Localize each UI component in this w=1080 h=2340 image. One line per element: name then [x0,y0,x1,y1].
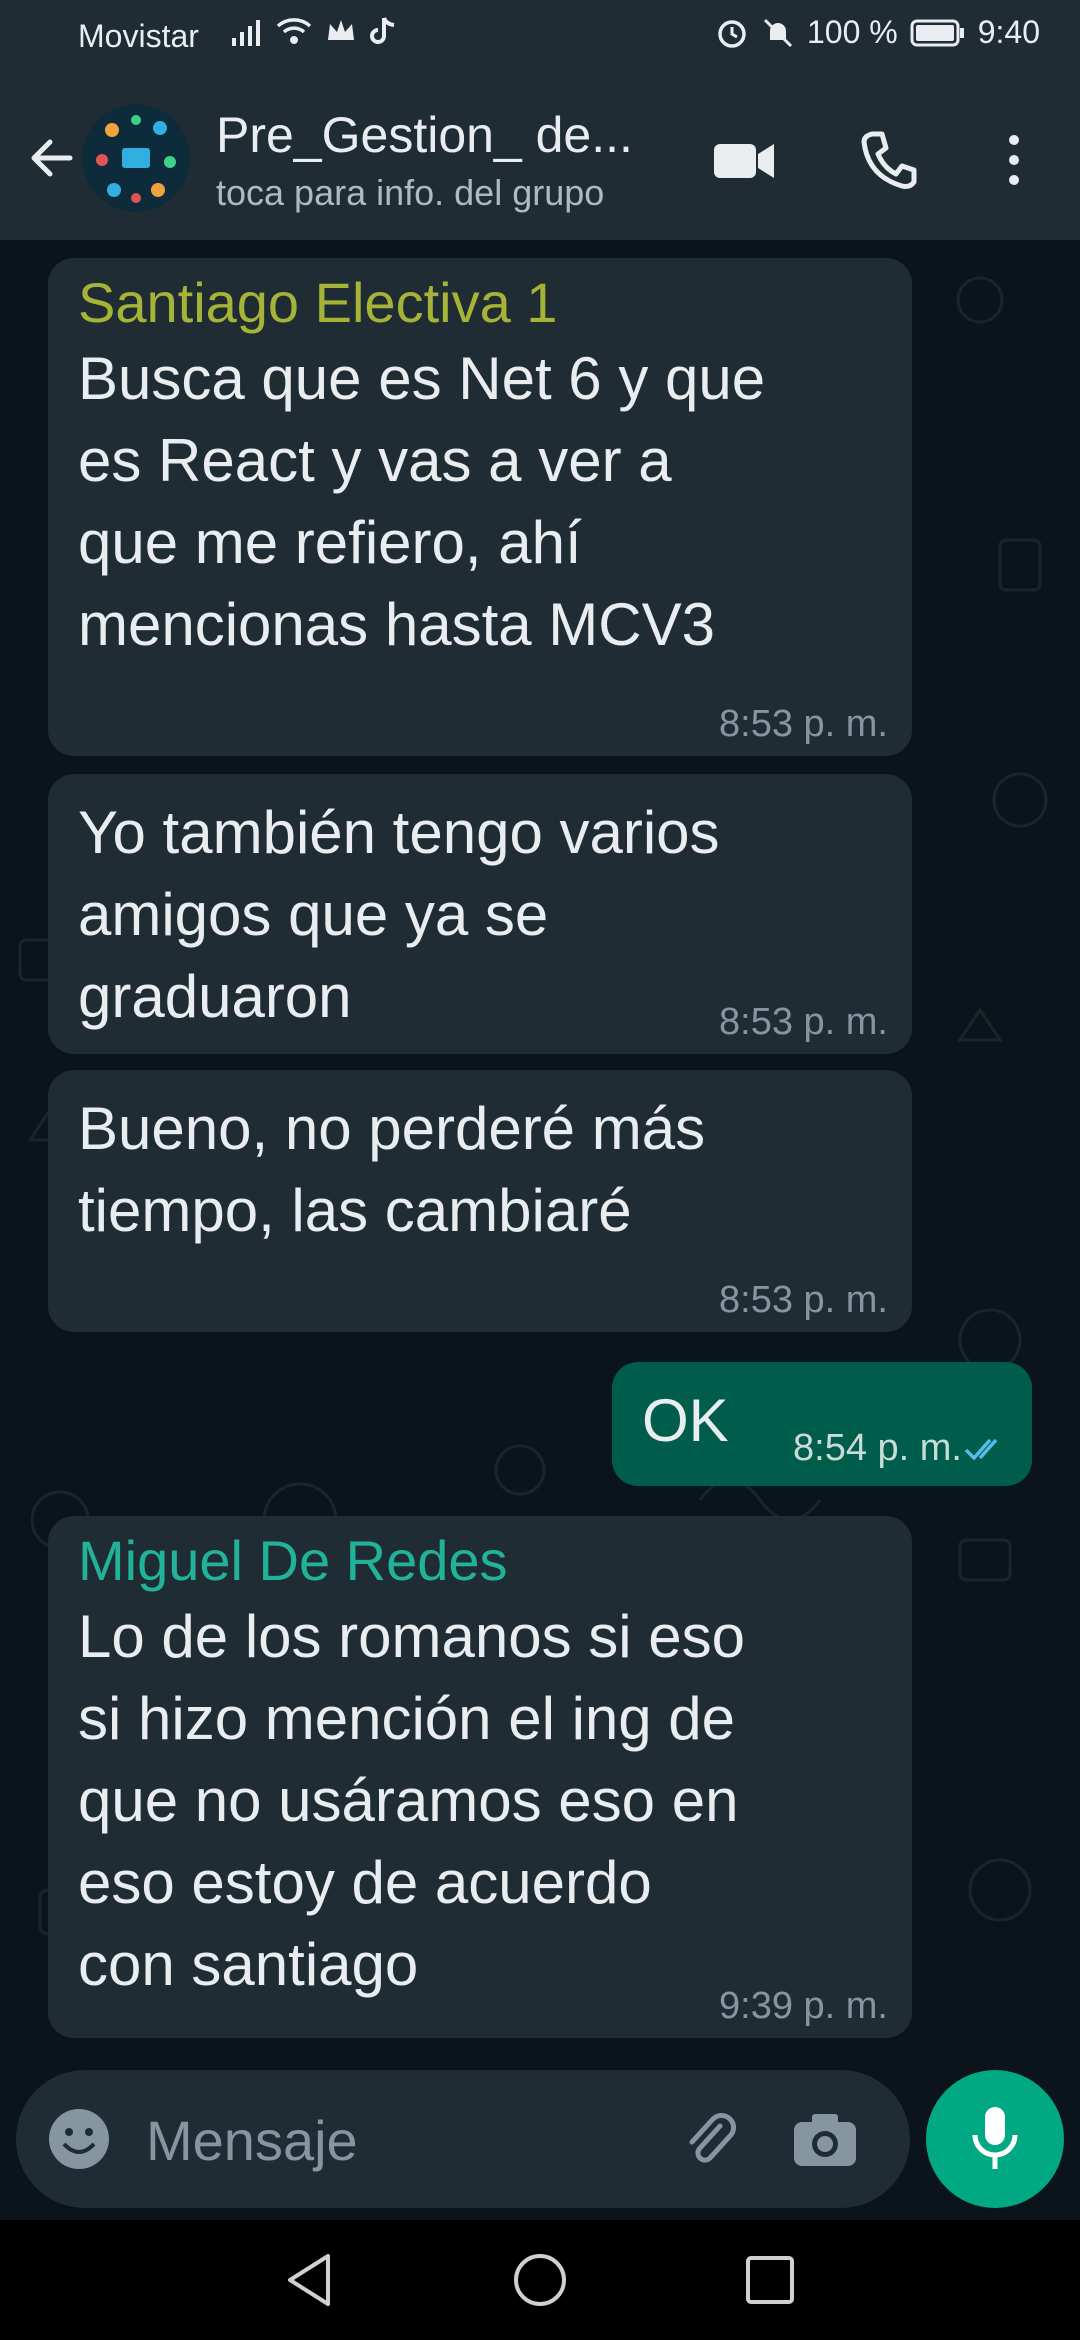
sender-name[interactable]: Santiago Electiva 1 [78,268,882,338]
nav-back-icon[interactable] [282,2250,338,2310]
alarm-icon [718,19,746,48]
tiktok-icon [370,17,395,44]
message-bubble[interactable]: Yo también tengo varios amigos que ya se… [48,774,912,1054]
message-line: Lo de los romanos si eso [78,1603,746,1670]
clock: 9:40 [977,14,1040,50]
group-title[interactable]: Pre_Gestion_ de... [216,106,633,164]
message-bubble[interactable]: Miguel De Redes Lo de los romanos si eso… [48,1516,912,2038]
message-line: mencionas hasta MCV3 [78,591,715,658]
message-input[interactable]: Mensaje [16,2070,910,2208]
chat-area[interactable]: Santiago Electiva 1 Busca que es Net 6 y… [0,240,1080,2070]
message-bubble[interactable]: Bueno, no perderé más tiempo, las cambia… [48,1070,912,1332]
mic-icon [972,2107,1018,2169]
nav-home-icon[interactable] [510,2250,570,2310]
group-avatar[interactable] [82,104,190,212]
attach-icon[interactable] [676,2106,742,2172]
message-line: amigos que ya se [78,881,549,948]
sender-name[interactable]: Miguel De Redes [78,1526,882,1596]
carrier-name: Movistar [78,18,199,54]
mic-button[interactable] [926,2070,1064,2208]
wifi-icon [276,18,312,44]
emoji-icon[interactable] [46,2106,112,2172]
message-line: Yo también tengo varios [78,799,720,866]
message-line: tiempo, las cambiaré [78,1177,632,1244]
message-line: que me refiero, ahí [78,509,582,576]
video-call-icon[interactable] [708,124,780,196]
more-options-icon[interactable] [978,124,1050,196]
composer-bar: Mensaje [0,2070,1080,2210]
message-line: Bueno, no perderé más [78,1095,706,1162]
nav-recents-icon[interactable] [742,2252,798,2308]
crown-icon [328,20,354,40]
battery-percent: 100 % [806,14,898,50]
chat-header: Pre_Gestion_ de... toca para info. del g… [0,80,1080,240]
message-time: 8:54 p. m. [793,1427,962,1469]
group-avatar-image [82,104,190,212]
message-line: Busca que es Net 6 y que [78,345,766,412]
camera-icon[interactable] [790,2106,860,2172]
message-time: 8:53 p. m. [719,1279,888,1321]
system-nav-bar [0,2220,1080,2340]
phone-icon[interactable] [852,124,924,196]
message-time: 9:39 p. m. [719,1985,888,2027]
message-line: si hizo mención el ing de [78,1685,736,1752]
message-line: es React y vas a ver a [78,427,672,494]
message-bubble[interactable]: Santiago Electiva 1 Busca que es Net 6 y… [48,258,912,756]
status-bar: Movistar 100 % 9:40 [0,0,1080,80]
signal-icon [232,20,260,46]
back-arrow-icon[interactable] [22,128,82,188]
message-time: 8:53 p. m. [719,703,888,745]
mute-bell-icon [763,18,793,47]
battery-icon [910,19,964,46]
read-ticks-icon [964,1438,998,1461]
message-placeholder: Mensaje [146,2109,358,2172]
message-bubble-outgoing[interactable]: OK 8:54 p. m. [612,1362,1032,1486]
message-line: eso estoy de acuerdo [78,1849,652,1916]
group-subtitle[interactable]: toca para info. del grupo [216,172,604,214]
message-line: que no usáramos eso en [78,1767,739,1834]
message-time: 8:53 p. m. [719,1001,888,1043]
